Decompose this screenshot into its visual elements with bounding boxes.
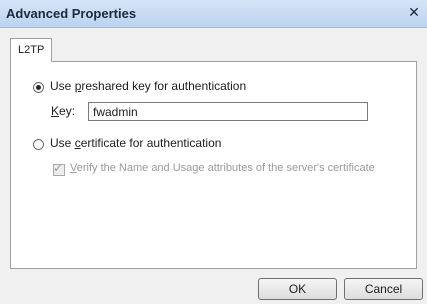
preshared-key-label[interactable]: Use preshared key for authentication: [50, 79, 246, 93]
key-label-accel: K: [51, 104, 60, 118]
verify-label-accel: V: [70, 162, 77, 174]
key-input[interactable]: [88, 102, 368, 121]
preshared-key-label-pre: Use: [50, 79, 75, 93]
certificate-label[interactable]: Use certificate for authentication: [50, 136, 221, 150]
ok-button[interactable]: OK: [258, 278, 337, 300]
preshared-key-radio[interactable]: [33, 82, 44, 93]
verify-certificate-label[interactable]: Verify the Name and Usage attributes of …: [70, 162, 375, 174]
certificate-radio[interactable]: [33, 139, 44, 150]
title-bar[interactable]: Advanced Properties ✕: [0, 0, 427, 28]
key-label: Key:: [51, 104, 75, 118]
dialog-title: Advanced Properties: [6, 6, 137, 21]
tab-l2tp-label: L2TP: [18, 44, 45, 56]
close-icon[interactable]: ✕: [405, 4, 423, 22]
advanced-properties-dialog: Advanced Properties ✕ L2TP Use preshared…: [0, 0, 427, 304]
certificate-label-post: ertificate for authentication: [80, 136, 222, 150]
verify-certificate-checkbox[interactable]: ✓: [53, 161, 65, 176]
key-label-post: ey:: [59, 104, 76, 118]
verify-label-post: erify the Name and Usage attributes of t…: [76, 162, 375, 174]
preshared-key-label-post: reshared key for authentication: [81, 79, 247, 93]
checkmark-icon: ✓: [53, 161, 64, 175]
tab-l2tp[interactable]: L2TP: [10, 38, 52, 62]
certificate-label-pre: Use: [50, 136, 75, 150]
cancel-button[interactable]: Cancel: [344, 278, 423, 300]
